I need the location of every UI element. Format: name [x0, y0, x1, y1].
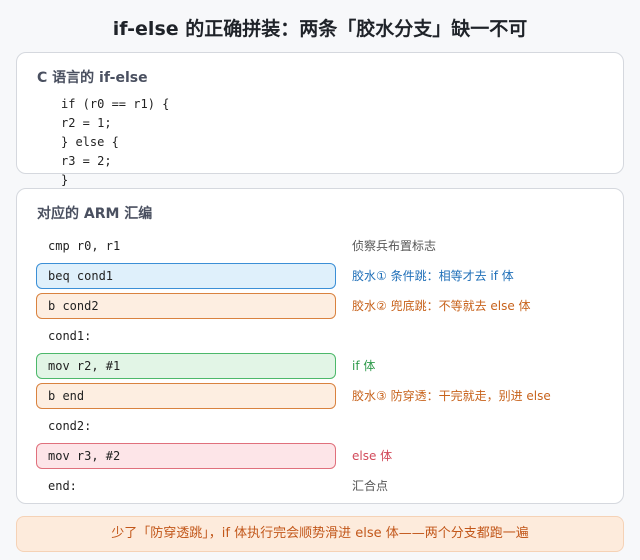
- c-code-line: if (r0 == r1) {: [61, 97, 170, 111]
- asm-instruction: b end: [36, 383, 336, 409]
- asm-instruction: cond2:: [48, 419, 92, 433]
- asm-instruction: cond1:: [48, 329, 92, 343]
- asm-note: 胶水② 兜底跳：不等就去 else 体: [352, 299, 531, 313]
- c-code-block: if (r0 == r1) { r2 = 1; } else { r3 = 2;…: [61, 95, 169, 190]
- asm-instruction: b cond2: [36, 293, 336, 319]
- asm-note: 胶水① 条件跳：相等才去 if 体: [352, 269, 514, 283]
- asm-note: if 体: [352, 359, 376, 373]
- asm-note: else 体: [352, 449, 393, 463]
- asm-instruction: cmp r0, r1: [48, 239, 121, 253]
- footer-warning: 少了「防穿透跳」，if 体执行完会顺势滑进 else 体——两个分支都跑一遍: [16, 516, 624, 552]
- asm-instruction: end:: [48, 479, 77, 493]
- c-code-line: } else {: [61, 135, 119, 149]
- asm-note: 汇合点: [352, 479, 389, 493]
- c-card-title: C 语言的 if-else: [37, 70, 148, 86]
- asm-note: 胶水③ 防穿透：干完就走，别进 else: [352, 389, 551, 403]
- asm-instruction: mov r2, #1: [36, 353, 336, 379]
- asm-instruction: beq cond1: [36, 263, 336, 289]
- c-code-line: r2 = 1;: [61, 116, 112, 130]
- page-title: if-else 的正确拼装：两条「胶水分支」缺一不可: [112, 18, 528, 40]
- c-code-card: C 语言的 if-else if (r0 == r1) { r2 = 1; } …: [16, 52, 624, 187]
- asm-instruction: mov r3, #2: [36, 443, 336, 469]
- c-code-line: r3 = 2;: [61, 154, 112, 168]
- asm-note: 侦察兵布置标志: [352, 239, 437, 253]
- arm-card-title: 对应的 ARM 汇编: [37, 206, 153, 222]
